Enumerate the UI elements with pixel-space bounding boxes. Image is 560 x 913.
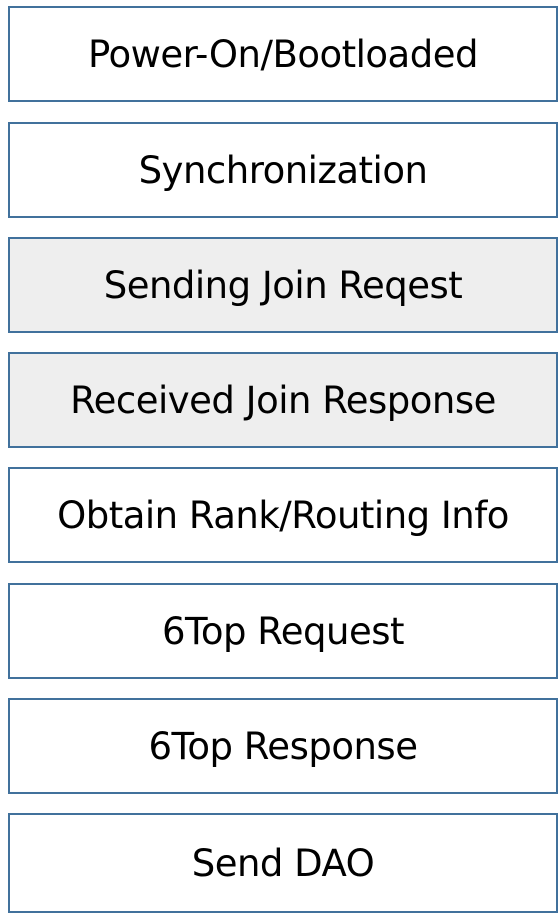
step-label: 6Top Request bbox=[161, 609, 405, 653]
step-label: Received Join Response bbox=[70, 378, 496, 422]
step-label: 6Top Response bbox=[148, 724, 418, 768]
step-obtain-rank-routing: Obtain Rank/Routing Info bbox=[8, 467, 558, 563]
step-label: Obtain Rank/Routing Info bbox=[57, 493, 509, 537]
step-synchronization: Synchronization bbox=[8, 122, 558, 218]
step-6top-request: 6Top Request bbox=[8, 583, 558, 679]
step-label: Sending Join Reqest bbox=[103, 263, 463, 307]
step-label: Power-On/Bootloaded bbox=[88, 32, 478, 76]
step-label: Send DAO bbox=[191, 841, 375, 885]
step-received-join-response: Received Join Response bbox=[8, 352, 558, 448]
step-send-dao: Send DAO bbox=[8, 813, 558, 913]
step-power-on: Power-On/Bootloaded bbox=[8, 6, 558, 102]
step-label: Synchronization bbox=[138, 148, 428, 192]
step-6top-response: 6Top Response bbox=[8, 698, 558, 794]
step-sending-join-request: Sending Join Reqest bbox=[8, 237, 558, 333]
